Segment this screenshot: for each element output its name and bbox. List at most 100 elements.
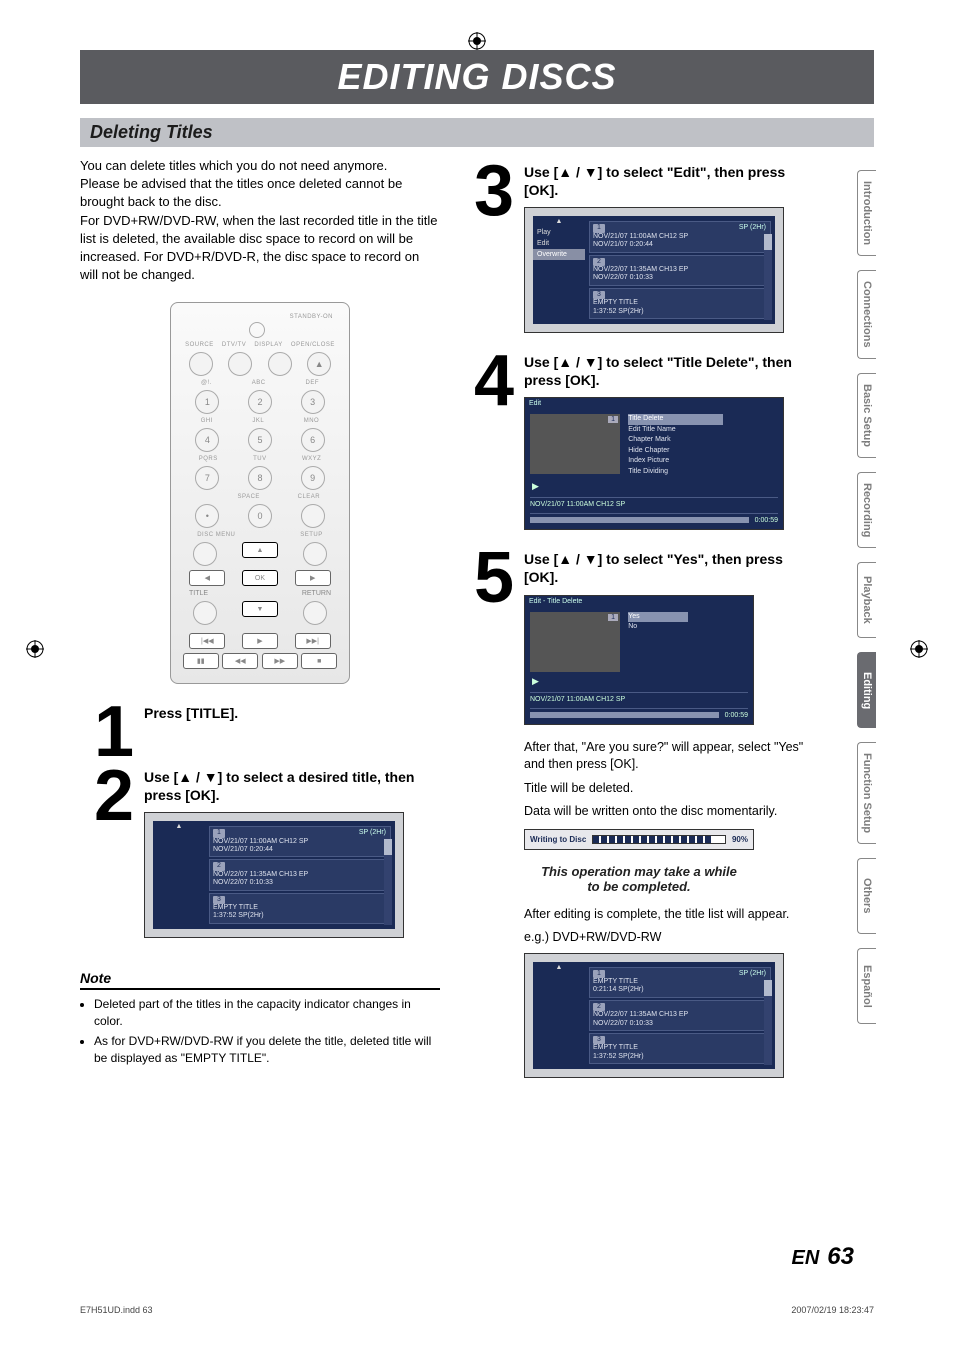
callout-text: This operation may take a while to be co… <box>524 858 754 900</box>
remote-label: DISPLAY <box>254 342 282 348</box>
remote-button: 3 <box>301 390 325 414</box>
scrollbar[interactable] <box>764 234 772 320</box>
remote-button <box>301 504 325 528</box>
title-info: NOV/22/07 11:35AM CH13 EP <box>213 871 308 878</box>
registration-mark-icon <box>26 640 44 658</box>
tab-espanol[interactable]: Español <box>857 948 876 1024</box>
tab-playback[interactable]: Playback <box>857 562 876 638</box>
mode-badge: SP (2Hr) <box>739 224 766 232</box>
up-arrow-icon: ▲ <box>533 216 585 227</box>
remote-button <box>303 542 327 566</box>
scrollbar[interactable] <box>384 839 392 925</box>
step-number: 1 <box>80 704 134 762</box>
prev-track-icon: |◀◀ <box>189 633 225 649</box>
left-arrow-icon: ◀ <box>189 570 225 586</box>
remote-label: SPACE <box>238 494 260 500</box>
remote-button <box>193 542 217 566</box>
ok-button: OK <box>242 570 278 586</box>
remote-label: TITLE <box>189 590 208 597</box>
tab-recording[interactable]: Recording <box>857 472 876 548</box>
remote-label: OPEN/CLOSE <box>291 342 335 348</box>
progress-label: Writing to Disc <box>530 835 586 844</box>
step-heading: Use [▲ / ▼] to select "Yes", then press … <box>524 550 820 586</box>
step-4: 4 Use [▲ / ▼] to select "Title Delete", … <box>460 353 820 544</box>
remote-label: @!. <box>201 380 212 386</box>
manual-page: Introduction Connections Basic Setup Rec… <box>0 0 954 1351</box>
body-text: After that, "Are you sure?" will appear,… <box>524 739 820 774</box>
intro-line: Please be advised that the titles once d… <box>80 175 440 211</box>
osd-header: Edit - Title Delete <box>529 598 582 605</box>
step-1: 1 Press [TITLE]. <box>80 704 440 762</box>
title-info: NOV/22/07 0:10:33 <box>593 1020 653 1027</box>
remote-button: 0 <box>248 504 272 528</box>
remote-label: MNO <box>304 418 320 424</box>
note-box: Note Deleted part of the titles in the c… <box>80 970 440 1067</box>
remote-button <box>268 352 292 376</box>
step-number: 4 <box>460 353 514 544</box>
remote-button: 8 <box>248 466 272 490</box>
tab-connections[interactable]: Connections <box>857 270 876 359</box>
edit-option: Chapter Mark <box>628 435 723 446</box>
title-info: NOV/21/07 11:00AM CH12 SP <box>213 838 308 845</box>
remote-label: TUV <box>253 456 267 462</box>
step-3: 3 Use [▲ / ▼] to select "Edit", then pre… <box>460 163 820 347</box>
forward-icon: ▶▶ <box>262 653 298 669</box>
note-item: Deleted part of the titles in the capaci… <box>94 996 440 1030</box>
remote-label: DEF <box>306 380 320 386</box>
rewind-icon: ◀◀ <box>222 653 258 669</box>
body-text: After editing is complete, the title lis… <box>524 906 820 924</box>
tab-introduction[interactable]: Introduction <box>857 170 876 256</box>
tab-editing[interactable]: Editing <box>857 652 876 728</box>
remote-label: PQRS <box>199 456 218 462</box>
page-title: EDITING DISCS <box>80 50 874 104</box>
pause-icon: ▮▮ <box>183 653 219 669</box>
remote-label: JKL <box>252 418 264 424</box>
page-number: 63 <box>827 1243 854 1270</box>
remote-label: GHI <box>201 418 213 424</box>
tab-others[interactable]: Others <box>857 858 876 934</box>
section-tabs: Introduction Connections Basic Setup Rec… <box>857 170 876 1024</box>
remote-button: 2 <box>248 390 272 414</box>
content-columns: You can delete titles which you do not n… <box>80 157 874 1092</box>
remote-button <box>228 352 252 376</box>
remote-button <box>303 601 327 625</box>
title-info: 1:37:52 SP(2Hr) <box>593 308 644 315</box>
tab-basic-setup[interactable]: Basic Setup <box>857 373 876 458</box>
step-number: 5 <box>460 550 514 1092</box>
down-arrow-icon: ▼ <box>242 601 278 617</box>
step-heading: Use [▲ / ▼] to select "Edit", then press… <box>524 163 820 199</box>
file-name: E7H51UD.indd 63 <box>80 1305 153 1315</box>
step-heading: Use [▲ / ▼] to select "Title Delete", th… <box>524 353 820 389</box>
note-heading: Note <box>80 970 440 990</box>
osd-edit-menu: ▲ Play Edit Overwrite 1SP (2Hr)NOV/21/07… <box>524 207 784 333</box>
timestamp: 2007/02/19 18:23:47 <box>791 1305 874 1315</box>
title-info: NOV/22/07 11:35AM CH13 EP <box>593 1011 688 1018</box>
remote-button: 7 <box>195 466 219 490</box>
scrollbar[interactable] <box>764 980 772 1066</box>
edit-option: Title Delete <box>628 414 723 425</box>
right-arrow-icon: ▶ <box>295 570 331 586</box>
confirm-yes: Yes <box>628 612 688 623</box>
remote-label: SETUP <box>300 532 323 538</box>
eject-icon: ▲ <box>307 352 331 376</box>
section-heading: Deleting Titles <box>80 118 874 147</box>
mode-badge: SP (2Hr) <box>739 970 766 978</box>
mode-badge: SP (2Hr) <box>359 829 386 837</box>
up-arrow-icon: ▲ <box>242 542 278 558</box>
page-footer: EN63 <box>100 1243 854 1271</box>
play-icon: ▶ <box>242 633 278 649</box>
menu-item-edit: Edit <box>533 238 585 249</box>
menu-item-overwrite: Overwrite <box>533 249 585 260</box>
title-info: NOV/22/07 0:10:33 <box>593 274 653 281</box>
osd-title-list: ▲ 1SP (2Hr)NOV/21/07 11:00AM CH12 SPNOV/… <box>144 812 404 938</box>
remote-label: DISC MENU <box>197 532 235 538</box>
step-number: 3 <box>460 163 514 347</box>
body-text: Data will be written onto the disc momen… <box>524 803 820 821</box>
up-arrow-icon: ▲ <box>533 962 585 973</box>
registration-mark-icon <box>910 640 928 658</box>
edit-option: Title Dividing <box>628 467 723 478</box>
tab-function-setup[interactable]: Function Setup <box>857 742 876 844</box>
print-metadata: E7H51UD.indd 63 2007/02/19 18:23:47 <box>80 1305 874 1315</box>
osd-result-list: ▲ 1SP (2Hr)EMPTY TITLE0:21:14 SP(2Hr) 2N… <box>524 953 784 1079</box>
next-track-icon: ▶▶| <box>295 633 331 649</box>
